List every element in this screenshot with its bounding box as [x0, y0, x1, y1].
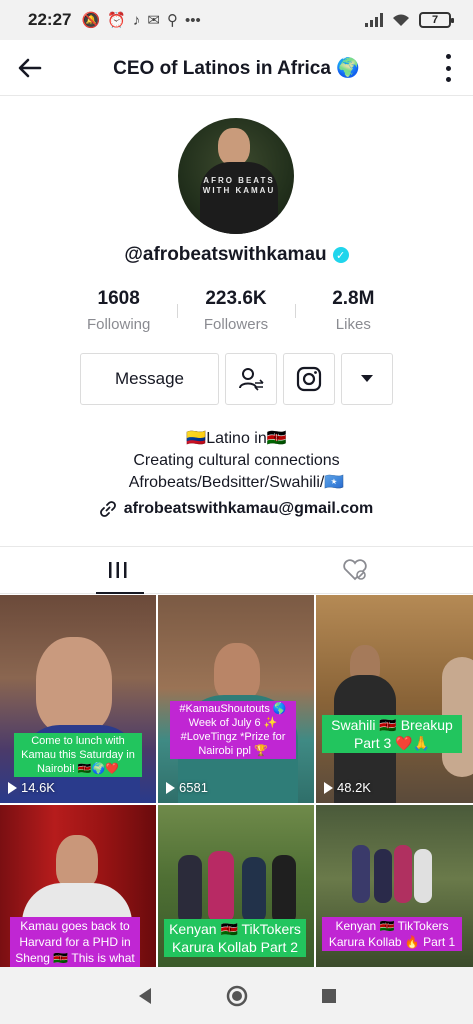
nav-home-icon[interactable]	[226, 985, 248, 1007]
username: @afrobeatswithkamau	[124, 244, 327, 265]
avatar-face	[218, 128, 250, 166]
bio-line: 🇨🇴Latino in🇰🇪	[186, 430, 287, 447]
username-row: @afrobeatswithkamau ✓	[0, 244, 473, 266]
page-title: CEO of Latinos in Africa 🌍	[113, 57, 360, 79]
message-button[interactable]: Message	[80, 353, 219, 405]
stat-followers[interactable]: 223.6K Followers	[177, 288, 294, 338]
profile-actions: Message	[80, 353, 393, 405]
stat-label: Following	[86, 316, 151, 333]
profile-tabs	[0, 546, 473, 594]
view-count: 6581	[166, 780, 208, 795]
video-caption: Kamau goes back to Harvard for a PHD in …	[10, 917, 140, 969]
hidden-heart-icon	[343, 559, 367, 581]
stat-label: Likes	[335, 316, 371, 333]
video-thumbnail[interactable]: Swahili 🇰🇪 Breakup Part 3 ❤️🙏 48.2K	[316, 595, 473, 803]
tiktok-icon: ♪	[132, 11, 141, 29]
battery-icon: 7	[419, 12, 454, 28]
bio-link[interactable]: afrobeatswithkamau@gmail.com	[0, 498, 473, 520]
back-arrow-icon[interactable]	[14, 52, 46, 84]
suggested-dropdown-button[interactable]	[341, 353, 393, 405]
instagram-icon	[296, 366, 322, 392]
view-count: 14.6K	[8, 780, 55, 795]
mute-icon: 🔕	[81, 12, 101, 29]
play-icon	[324, 781, 333, 794]
nav-recents-icon[interactable]	[321, 988, 337, 1004]
view-count-text: 6581	[179, 780, 208, 795]
avatar[interactable]: AFRO BEATS WITH KAMAU	[178, 118, 294, 234]
instagram-button[interactable]	[283, 353, 335, 405]
video-thumbnail[interactable]: Kamau goes back to Harvard for a PHD in …	[0, 805, 156, 969]
nav-back-icon[interactable]	[137, 987, 153, 1005]
user-swap-icon	[239, 368, 264, 391]
stat-value: 2.8M	[332, 288, 375, 309]
video-grid: Come to lunch with Kamau this Saturday i…	[0, 595, 473, 969]
more-notifications-icon: •••	[184, 11, 201, 29]
stat-value: 223.6K	[205, 288, 267, 309]
alarm-icon: ⏰	[107, 12, 126, 29]
tab-videos[interactable]	[0, 547, 237, 594]
wifi-icon	[393, 14, 409, 26]
top-header: CEO of Latinos in Africa 🌍	[0, 40, 473, 96]
system-nav-bar	[0, 967, 473, 1024]
stat-label: Followers	[203, 316, 269, 333]
bio-line: Creating cultural connections	[133, 452, 340, 469]
follow-toggle-button[interactable]	[225, 353, 277, 405]
status-icons: 🔕 ⏰ ♪ ✉ ⚲ •••	[81, 11, 201, 30]
video-thumbnail[interactable]: Kenyan 🇰🇪 TikTokers Karura Kollab 🔥 Part…	[316, 805, 473, 969]
video-caption: Swahili 🇰🇪 Breakup Part 3 ❤️🙏	[322, 715, 462, 753]
video-caption: Kenyan 🇰🇪 TikTokers Karura Kollab Part 2	[164, 919, 306, 957]
status-time: 22:27	[28, 10, 72, 29]
location-icon: ⚲	[166, 12, 178, 29]
video-caption: Kenyan 🇰🇪 TikTokers Karura Kollab 🔥 Part…	[322, 917, 462, 951]
caret-down-icon	[361, 375, 373, 382]
play-icon	[166, 781, 175, 794]
avatar-shirt: AFRO BEATS WITH KAMAU	[200, 162, 278, 234]
mail-icon: ✉	[147, 12, 160, 29]
bio-line: Afrobeats/Bedsitter/Swahili/🇸🇴	[128, 474, 345, 491]
video-caption: #KamauShoutouts 🌎 Week of July 6 ✨ #Love…	[170, 701, 296, 759]
more-options-icon[interactable]	[443, 54, 453, 82]
verified-badge-icon: ✓	[332, 247, 349, 263]
status-bar: 22:27 🔕 ⏰ ♪ ✉ ⚲ ••• 7	[0, 0, 473, 40]
grid-icon	[109, 562, 127, 578]
bio: 🇨🇴Latino in🇰🇪 Creating cultural connecti…	[0, 428, 473, 520]
bio-link-text: afrobeatswithkamau@gmail.com	[123, 500, 374, 517]
view-count-text: 48.2K	[337, 780, 371, 795]
signal-icon	[365, 13, 383, 27]
video-caption: Come to lunch with Kamau this Saturday i…	[14, 733, 142, 777]
stat-likes: 2.8M Likes	[294, 288, 412, 338]
link-icon	[99, 501, 116, 517]
video-thumbnail[interactable]: Come to lunch with Kamau this Saturday i…	[0, 595, 156, 803]
play-icon	[8, 781, 17, 794]
view-count: 48.2K	[324, 780, 371, 795]
stat-value: 1608	[97, 288, 140, 309]
profile-stats: 1608 Following 223.6K Followers 2.8M Lik…	[60, 288, 412, 338]
battery-level: 7	[431, 14, 439, 26]
video-thumbnail[interactable]: #KamauShoutouts 🌎 Week of July 6 ✨ #Love…	[158, 595, 314, 803]
video-thumbnail[interactable]: Kenyan 🇰🇪 TikTokers Karura Kollab Part 2	[158, 805, 314, 969]
tab-liked[interactable]	[237, 547, 473, 593]
view-count-text: 14.6K	[21, 780, 55, 795]
stat-following[interactable]: 1608 Following	[60, 288, 177, 338]
